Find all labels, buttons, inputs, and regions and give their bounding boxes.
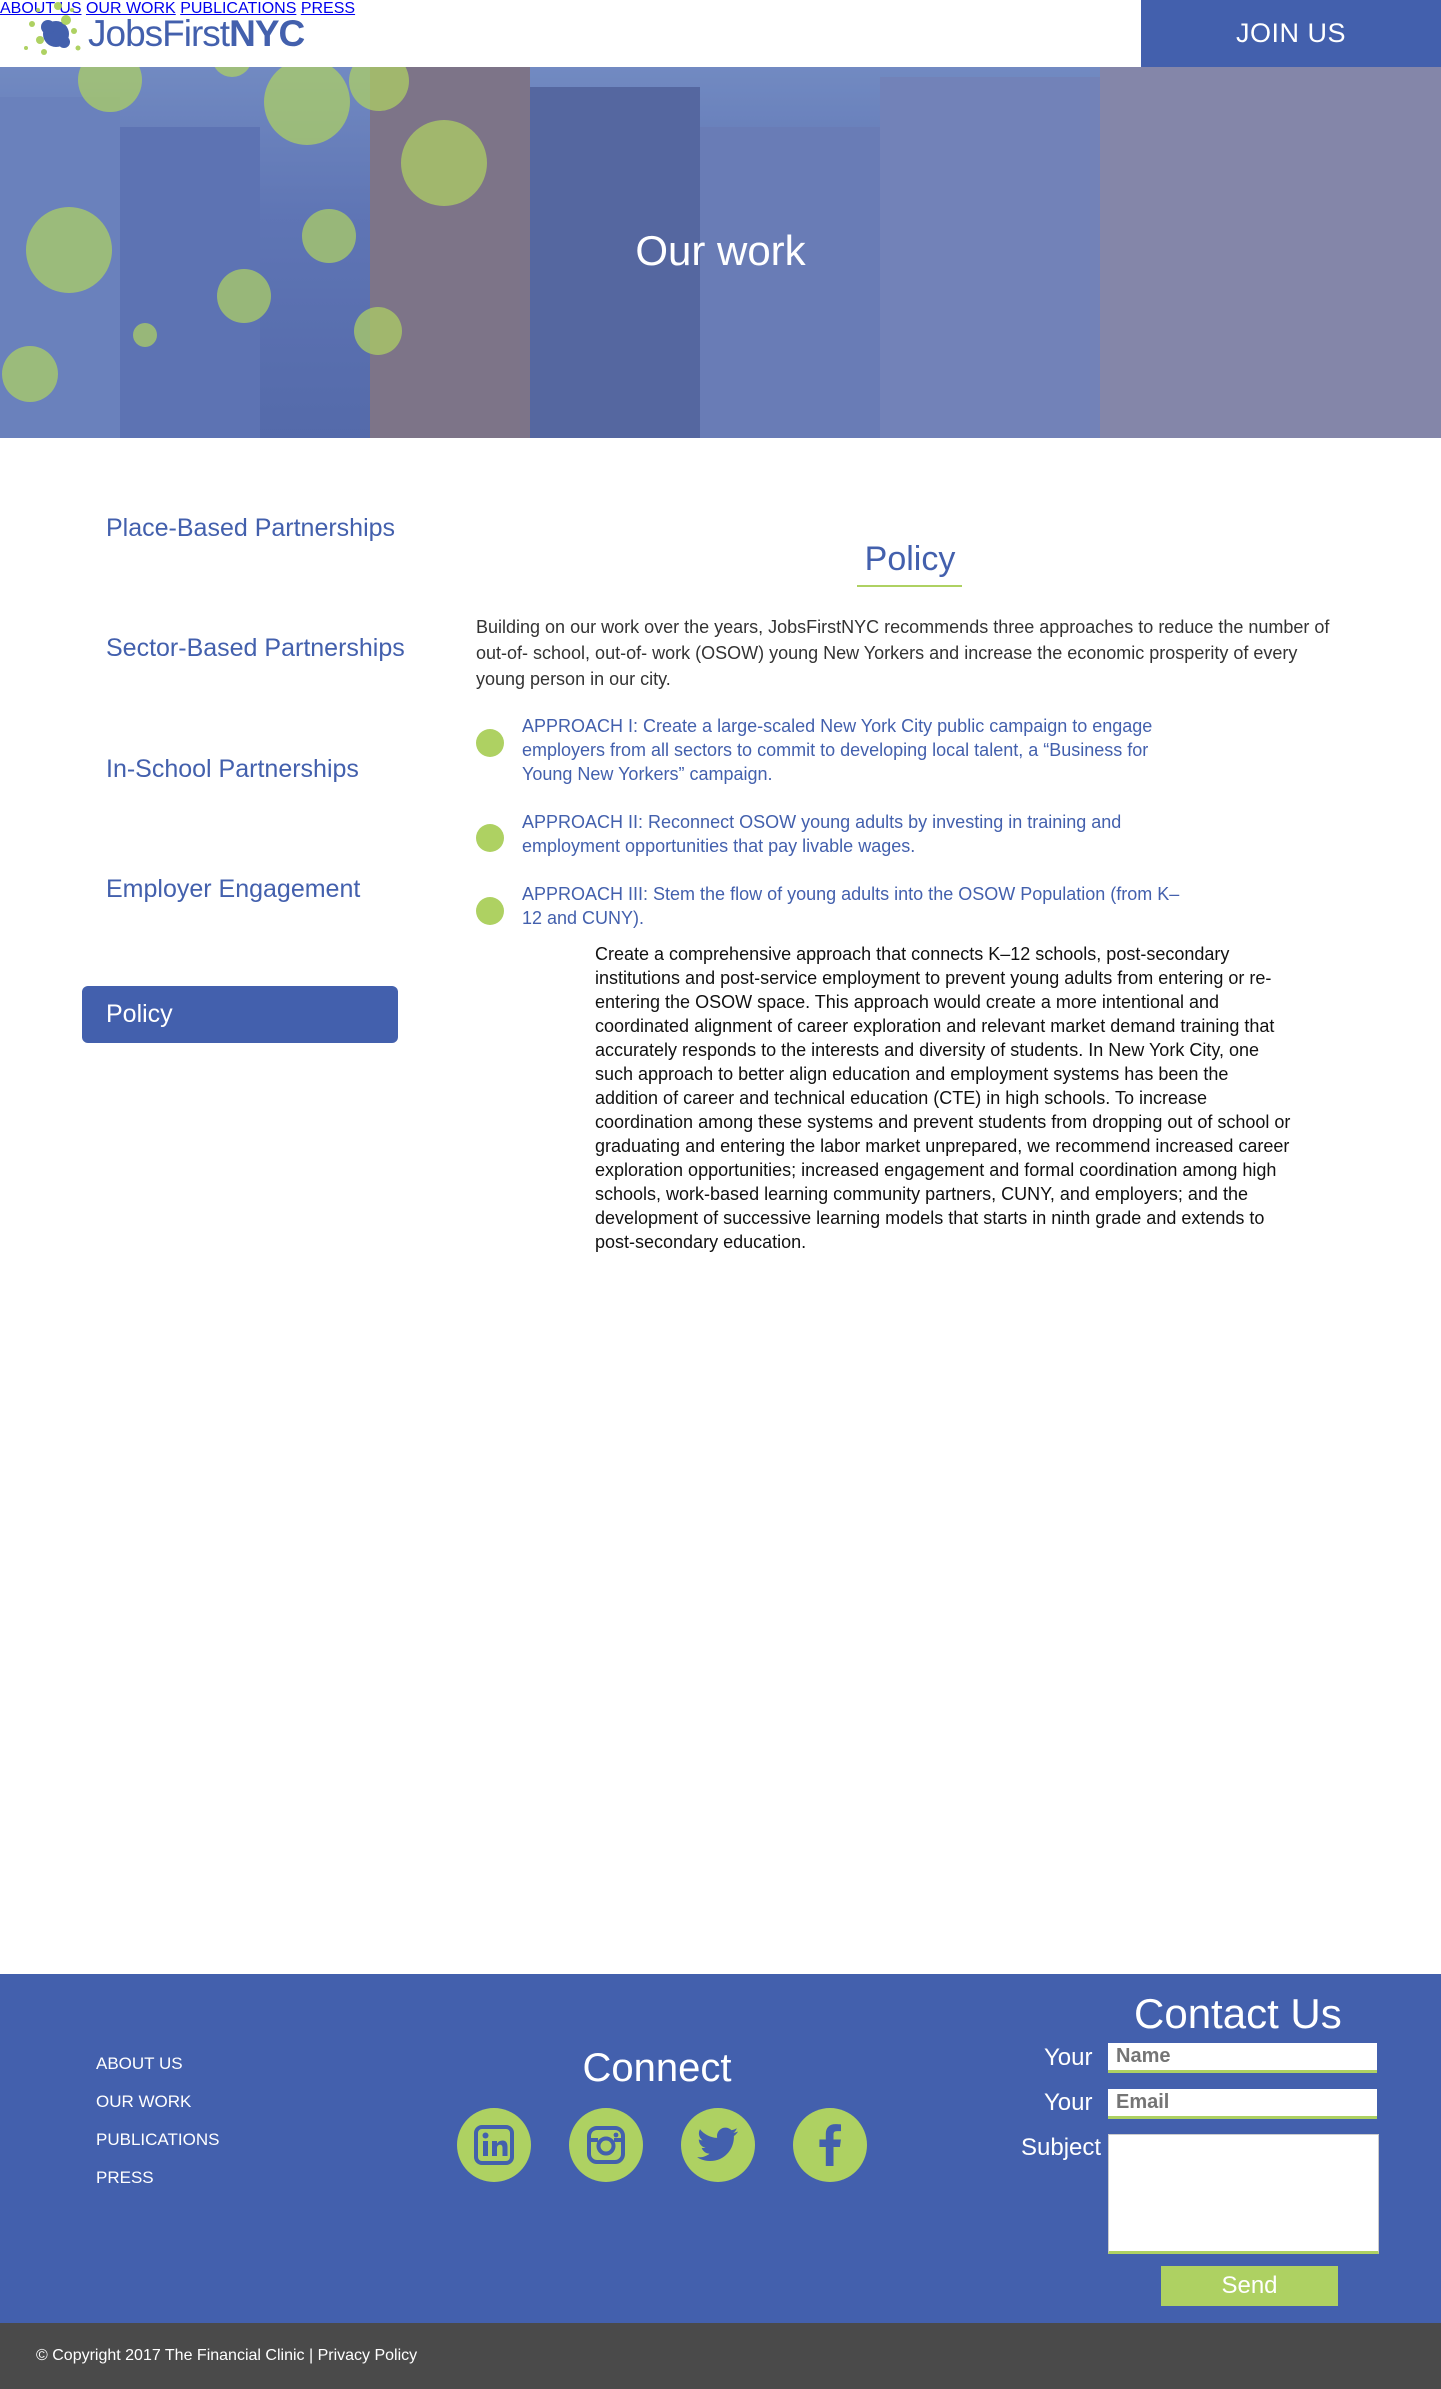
connect-heading: Connect <box>582 2046 732 2090</box>
facebook-icon[interactable] <box>793 2108 867 2182</box>
copyright-text: © Copyright 2017 The Financial Clinic | … <box>36 2347 418 2364</box>
page-title: Policy <box>864 540 956 578</box>
logo-wordmark: JobsFirstNYC <box>88 12 305 55</box>
approach-detail-paragraph: Create a comprehensive approach that con… <box>595 944 1291 1252</box>
nav-press[interactable]: PRESS <box>301 0 355 17</box>
approach-text: APPROACH II: Reconnect OSOW young adults… <box>522 812 1122 856</box>
logo-text-nyc: NYC <box>229 12 305 54</box>
send-button[interactable]: Send <box>1161 2266 1338 2306</box>
sidebar-item-employer-engagement[interactable]: Employer Engagement <box>106 875 360 904</box>
site-logo[interactable]: JobsFirstNYC <box>18 0 305 67</box>
logo-text-jobs: Jobs <box>88 12 163 54</box>
sidebar-item-policy[interactable]: Policy <box>82 986 398 1043</box>
name-input[interactable] <box>1108 2043 1377 2073</box>
approach-text: APPROACH III: Stem the flow of young adu… <box>522 884 1180 928</box>
intro-paragraph: Building on our work over the years, Job… <box>476 617 1330 689</box>
hero-banner: Our work <box>0 67 1441 438</box>
sidebar-item-in-school[interactable]: In-School Partnerships <box>106 755 359 784</box>
hero-dot <box>354 307 402 355</box>
bullet-dot-icon <box>476 729 504 757</box>
contact-heading: Contact Us <box>1134 1990 1342 2037</box>
footer-link-publications[interactable]: PUBLICATIONS <box>96 2130 219 2150</box>
hero-dot <box>133 323 157 347</box>
footer-link-about-us[interactable]: ABOUT US <box>96 2054 183 2074</box>
footer-link-our-work[interactable]: OUR WORK <box>96 2092 191 2112</box>
sidebar-item-sector-based[interactable]: Sector-Based Partnerships <box>106 634 405 663</box>
copyright-bar: © Copyright 2017 The Financial Clinic | … <box>0 2323 1441 2389</box>
bullet-dot-icon <box>476 824 504 852</box>
hero-title: Our work <box>635 227 806 274</box>
bullet-dot-icon <box>476 897 504 925</box>
linkedin-icon[interactable] <box>457 2108 531 2182</box>
subject-textarea[interactable] <box>1108 2134 1379 2254</box>
name-label: Your <box>1044 2044 1093 2071</box>
logo-splash-icon <box>18 0 94 67</box>
title-underline <box>857 585 962 587</box>
instagram-icon[interactable] <box>569 2108 643 2182</box>
logo-text-first: First <box>162 12 230 54</box>
hero-dot <box>401 120 487 206</box>
sidebar-item-place-based[interactable]: Place-Based Partnerships <box>106 514 395 543</box>
hero-dot <box>217 269 271 323</box>
subject-label: Subject <box>1021 2134 1102 2161</box>
hero-dot <box>2 346 58 402</box>
footer-link-press[interactable]: PRESS <box>96 2168 154 2188</box>
twitter-icon[interactable] <box>681 2108 755 2182</box>
approach-text: APPROACH I: Create a large-scaled New Yo… <box>522 716 1153 784</box>
join-us-button[interactable]: JOIN US <box>1141 0 1441 67</box>
email-input[interactable] <box>1108 2089 1377 2119</box>
email-label: Your <box>1044 2089 1093 2116</box>
site-header: JobsFirstNYC ABOUT US OUR WORK PUBLICATI… <box>0 0 1441 67</box>
